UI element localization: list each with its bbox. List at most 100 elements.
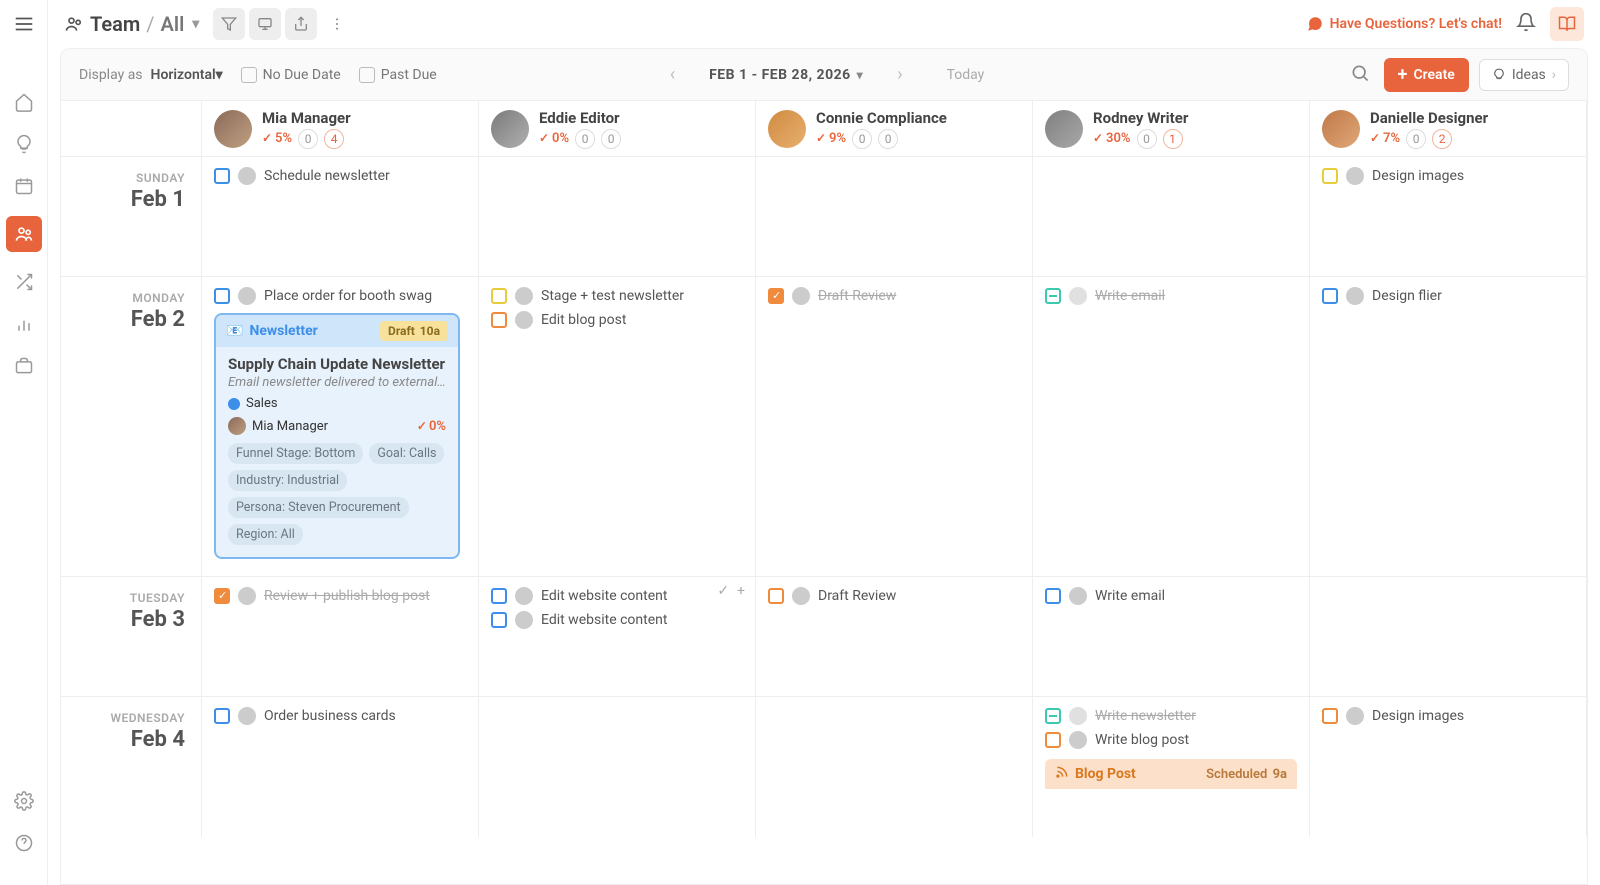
- add-task-icon[interactable]: +: [737, 583, 745, 599]
- ideas-button[interactable]: Ideas›: [1479, 59, 1569, 91]
- task-item[interactable]: Edit website content: [491, 611, 743, 629]
- assignee-avatar: [1346, 287, 1364, 305]
- task-checkbox[interactable]: [214, 588, 230, 604]
- settings-icon[interactable]: [12, 789, 36, 813]
- grid-cell[interactable]: Write email: [1032, 277, 1309, 576]
- complete-all-icon[interactable]: ✓: [717, 583, 729, 599]
- grid-cell[interactable]: Design flier: [1309, 277, 1587, 576]
- team-icon[interactable]: [6, 216, 42, 252]
- display-icon[interactable]: [249, 8, 281, 40]
- grid-cell[interactable]: Design images: [1309, 697, 1587, 837]
- share-icon[interactable]: [285, 8, 317, 40]
- grid-cell[interactable]: [755, 157, 1032, 276]
- task-checkbox[interactable]: [214, 288, 230, 304]
- shuffle-icon[interactable]: [12, 270, 36, 294]
- task-item[interactable]: Design images: [1322, 167, 1574, 185]
- task-checkbox[interactable]: [1045, 732, 1061, 748]
- task-checkbox[interactable]: [1045, 288, 1061, 304]
- task-checkbox[interactable]: [1322, 168, 1338, 184]
- menu-icon[interactable]: [12, 12, 36, 36]
- grid-cell[interactable]: [1309, 577, 1587, 696]
- grid-cell[interactable]: Place order for booth swag 📧 Newsletter …: [201, 277, 478, 576]
- bell-icon[interactable]: [1516, 12, 1536, 36]
- task-item[interactable]: Write email: [1045, 587, 1297, 605]
- today-button[interactable]: Today: [947, 67, 985, 83]
- task-item[interactable]: Write blog post: [1045, 731, 1297, 749]
- past-due-checkbox[interactable]: Past Due: [359, 67, 437, 83]
- project-bar[interactable]: Blog Post Scheduled 9a: [1045, 759, 1297, 789]
- search-icon[interactable]: [1346, 59, 1374, 91]
- project-card[interactable]: 📧 Newsletter Draft 10a Supply Chain Upda…: [214, 313, 460, 559]
- home-icon[interactable]: [12, 90, 36, 114]
- grid-cell[interactable]: Schedule newsletter: [201, 157, 478, 276]
- task-checkbox[interactable]: [491, 288, 507, 304]
- chat-link[interactable]: Have Questions? Let's chat!: [1306, 15, 1502, 33]
- grid-cell[interactable]: Order business cards: [201, 697, 478, 837]
- task-item[interactable]: Review + publish blog post: [214, 587, 466, 605]
- task-item[interactable]: Stage + test newsletter: [491, 287, 743, 305]
- grid-cell[interactable]: [478, 697, 755, 837]
- grid-body[interactable]: SUNDAYFeb 1 Schedule newsletter Design i…: [61, 157, 1587, 884]
- analytics-icon[interactable]: [12, 312, 36, 336]
- task-item[interactable]: Schedule newsletter: [214, 167, 466, 185]
- grid-cell[interactable]: [755, 697, 1032, 837]
- task-item[interactable]: Place order for booth swag: [214, 287, 466, 305]
- prev-period-button[interactable]: ‹: [664, 60, 681, 89]
- person-header[interactable]: Eddie Editor0%00: [478, 101, 755, 156]
- create-button[interactable]: +Create: [1384, 58, 1469, 92]
- task-item[interactable]: Edit website content: [491, 587, 743, 605]
- task-checkbox[interactable]: [214, 168, 230, 184]
- chevron-down-icon[interactable]: ▾: [192, 16, 199, 32]
- project-tag: Funnel Stage: Bottom: [228, 443, 363, 464]
- grid-cell[interactable]: [478, 157, 755, 276]
- grid-cell[interactable]: Review + publish blog post: [201, 577, 478, 696]
- assets-icon[interactable]: [12, 354, 36, 378]
- grid-cell[interactable]: Draft Review: [755, 577, 1032, 696]
- breadcrumb[interactable]: Team / All ▾: [64, 12, 199, 36]
- view-header: Display as Horizontal▾ No Due Date Past …: [60, 48, 1588, 100]
- more-icon[interactable]: [321, 8, 353, 40]
- task-checkbox[interactable]: [1045, 588, 1061, 604]
- person-header[interactable]: Danielle Designer7%02: [1309, 101, 1587, 156]
- display-mode-select[interactable]: Horizontal▾: [151, 67, 223, 83]
- grid-cell[interactable]: [1032, 157, 1309, 276]
- task-item[interactable]: Draft Review: [768, 587, 1020, 605]
- person-header[interactable]: Mia Manager5%04: [201, 101, 478, 156]
- task-item[interactable]: Draft Review: [768, 287, 1020, 305]
- task-item[interactable]: Write email: [1045, 287, 1297, 305]
- task-checkbox[interactable]: [491, 312, 507, 328]
- task-item[interactable]: Design flier: [1322, 287, 1574, 305]
- grid-cell[interactable]: Stage + test newsletter Edit blog post: [478, 277, 755, 576]
- calendar-icon[interactable]: [12, 174, 36, 198]
- task-item[interactable]: Edit blog post: [491, 311, 743, 329]
- next-period-button[interactable]: ›: [891, 60, 908, 89]
- day-row: TUESDAYFeb 3 Review + publish blog post …: [61, 577, 1587, 697]
- task-checkbox[interactable]: [768, 288, 784, 304]
- task-item[interactable]: Order business cards: [214, 707, 466, 725]
- help-icon[interactable]: [12, 831, 36, 855]
- task-checkbox[interactable]: [1322, 708, 1338, 724]
- task-item[interactable]: Write newsletter: [1045, 707, 1297, 725]
- task-checkbox[interactable]: [491, 588, 507, 604]
- task-checkbox[interactable]: [1045, 708, 1061, 724]
- assignee-avatar: [1069, 731, 1087, 749]
- grid-cell[interactable]: Write newsletter Write blog post Blog Po…: [1032, 697, 1309, 837]
- projbar-type: Blog Post: [1075, 766, 1136, 782]
- person-header[interactable]: Connie Compliance9%00: [755, 101, 1032, 156]
- task-checkbox[interactable]: [1322, 288, 1338, 304]
- grid-cell[interactable]: Draft Review: [755, 277, 1032, 576]
- docs-icon[interactable]: [1550, 7, 1584, 41]
- left-nav-rail: [0, 0, 48, 885]
- person-header[interactable]: Rodney Writer30%01: [1032, 101, 1309, 156]
- no-due-date-checkbox[interactable]: No Due Date: [241, 67, 341, 83]
- grid-cell[interactable]: ✓ + Edit website content Edit website con…: [478, 577, 755, 696]
- grid-cell[interactable]: Write email: [1032, 577, 1309, 696]
- task-checkbox[interactable]: [768, 588, 784, 604]
- task-checkbox[interactable]: [491, 612, 507, 628]
- grid-cell[interactable]: Design images: [1309, 157, 1587, 276]
- date-range-picker[interactable]: FEB 1 - FEB 28, 2026▾: [709, 67, 863, 83]
- filter-icon[interactable]: [213, 8, 245, 40]
- task-item[interactable]: Design images: [1322, 707, 1574, 725]
- task-checkbox[interactable]: [214, 708, 230, 724]
- bulb-icon[interactable]: [12, 132, 36, 156]
